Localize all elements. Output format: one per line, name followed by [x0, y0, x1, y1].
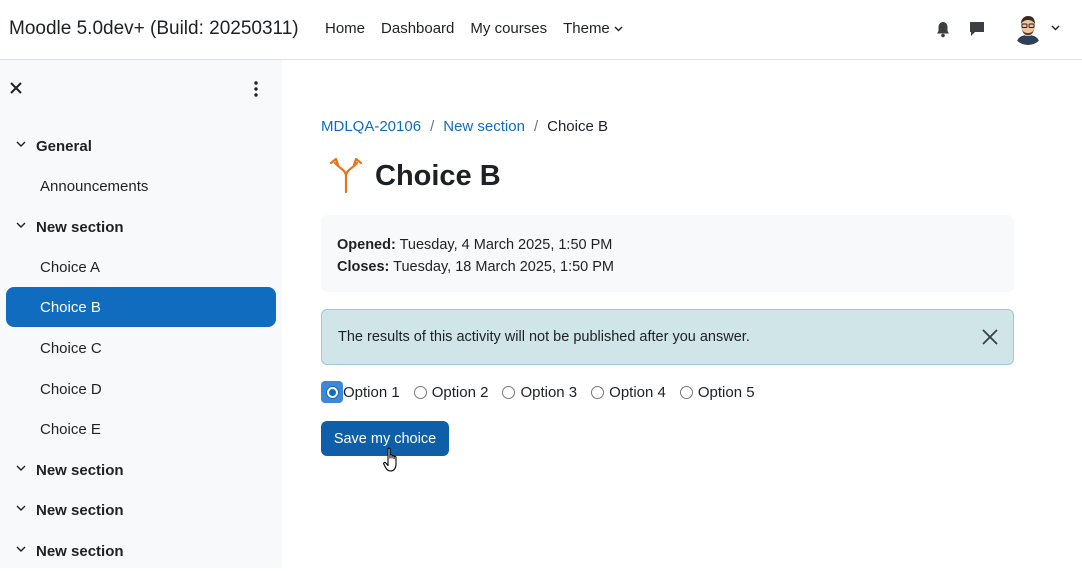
- page-title: Choice B: [375, 159, 501, 192]
- chevron-down-icon[interactable]: [16, 465, 26, 472]
- chevron-down-icon[interactable]: [16, 505, 26, 512]
- section-label: New section: [36, 218, 124, 236]
- site-name[interactable]: Moodle 5.0dev+ (Build: 20250311): [9, 18, 299, 40]
- section-new-section[interactable]: New section: [6, 531, 276, 571]
- activity-choice-b[interactable]: Choice B: [6, 287, 276, 327]
- radio-button[interactable]: [679, 385, 693, 399]
- opened-label: Opened:: [337, 237, 396, 253]
- radio-button[interactable]: [502, 385, 516, 399]
- activity-choice-d[interactable]: Choice D: [6, 369, 276, 409]
- option-label: Option 4: [609, 383, 666, 401]
- option-label: Option 1: [343, 383, 400, 401]
- chevron-down-icon[interactable]: [16, 546, 26, 553]
- hand-pointer-icon: [383, 447, 397, 472]
- nav-theme-menu[interactable]: Theme: [563, 20, 623, 37]
- section-new-section[interactable]: New section: [6, 450, 276, 490]
- option-label: Option 5: [697, 383, 755, 401]
- option-1[interactable]: Option 1: [321, 381, 400, 403]
- breadcrumb: MDLQA-20106 / New section / Choice B: [321, 118, 608, 135]
- option-2[interactable]: Option 2: [413, 383, 489, 401]
- nav-my-courses-link[interactable]: My courses: [470, 20, 547, 37]
- avatar[interactable]: [1012, 13, 1044, 45]
- close-icon[interactable]: [10, 82, 22, 94]
- section-label: General: [36, 137, 92, 155]
- nav-home-link[interactable]: Home: [325, 20, 365, 37]
- chevron-down-icon: [614, 26, 623, 31]
- activity-label: Choice C: [40, 339, 102, 357]
- activity-choice-a[interactable]: Choice A: [6, 247, 276, 287]
- closes-value: Tuesday, 18 March 2025, 1:50 PM: [393, 259, 615, 275]
- choice-options: Option 1 Option 2 Option 3 Option 4 Opti…: [321, 381, 769, 403]
- radio-button[interactable]: [591, 385, 605, 399]
- kebab-menu-icon[interactable]: [251, 80, 261, 98]
- activity-dates: Opened: Tuesday, 4 March 2025, 1:50 PM C…: [321, 215, 1014, 292]
- breadcrumb-separator: /: [430, 118, 435, 135]
- option-label: Option 2: [431, 383, 489, 401]
- activity-label: Choice E: [40, 420, 101, 438]
- opened-date: Opened: Tuesday, 4 March 2025, 1:50 PM: [337, 234, 998, 256]
- radio-button-checked[interactable]: [321, 381, 343, 403]
- breadcrumb-separator: /: [533, 118, 539, 135]
- chevron-down-icon[interactable]: [16, 141, 26, 148]
- opened-value: Tuesday, 4 March 2025, 1:50 PM: [399, 237, 613, 253]
- activity-announcements[interactable]: Announcements: [6, 166, 276, 206]
- closes-label: Closes:: [337, 259, 390, 275]
- close-icon[interactable]: [982, 329, 998, 345]
- page-header: Choice B: [329, 158, 501, 194]
- nav-theme-label: Theme: [563, 20, 610, 37]
- option-4[interactable]: Option 4: [591, 384, 666, 401]
- section-label: New section: [36, 461, 124, 479]
- top-navbar: Moodle 5.0dev+ (Build: 20250311) Home Da…: [0, 0, 1082, 60]
- primary-navigation: Home Dashboard My courses Theme: [325, 20, 639, 37]
- radio-button[interactable]: [413, 385, 427, 399]
- section-new-section[interactable]: New section: [6, 490, 276, 530]
- activity-label: Choice B: [40, 298, 101, 316]
- info-alert: The results of this activity will not be…: [321, 309, 1014, 365]
- option-label: Option 3: [520, 383, 578, 401]
- option-3[interactable]: Option 3: [502, 384, 577, 401]
- nav-dashboard-link[interactable]: Dashboard: [381, 20, 454, 37]
- section-general[interactable]: General: [6, 126, 276, 166]
- course-index-drawer: General Announcements New section Choice…: [0, 60, 282, 568]
- activity-choice-c[interactable]: Choice C: [6, 328, 276, 368]
- activity-label: Choice A: [40, 258, 101, 276]
- breadcrumb-section-link[interactable]: New section: [443, 118, 525, 135]
- bell-icon[interactable]: [936, 21, 950, 38]
- breadcrumb-current: Choice B: [547, 118, 608, 135]
- closes-date: Closes: Tuesday, 18 March 2025, 1:50 PM: [337, 256, 998, 278]
- activity-label: Choice D: [40, 380, 102, 398]
- alert-text: The results of this activity will not be…: [338, 329, 750, 345]
- section-new-section[interactable]: New section: [6, 207, 276, 247]
- chevron-down-icon[interactable]: [1051, 25, 1060, 31]
- breadcrumb-course-link[interactable]: MDLQA-20106: [321, 118, 421, 135]
- option-5[interactable]: Option 5: [679, 383, 755, 401]
- chevron-down-icon[interactable]: [16, 222, 26, 229]
- activity-choice-e[interactable]: Choice E: [6, 409, 276, 449]
- choice-activity-icon: [329, 158, 363, 194]
- message-icon[interactable]: [969, 21, 985, 37]
- section-label: New section: [36, 501, 124, 519]
- section-label: New section: [36, 542, 124, 560]
- activity-label: Announcements: [40, 177, 149, 195]
